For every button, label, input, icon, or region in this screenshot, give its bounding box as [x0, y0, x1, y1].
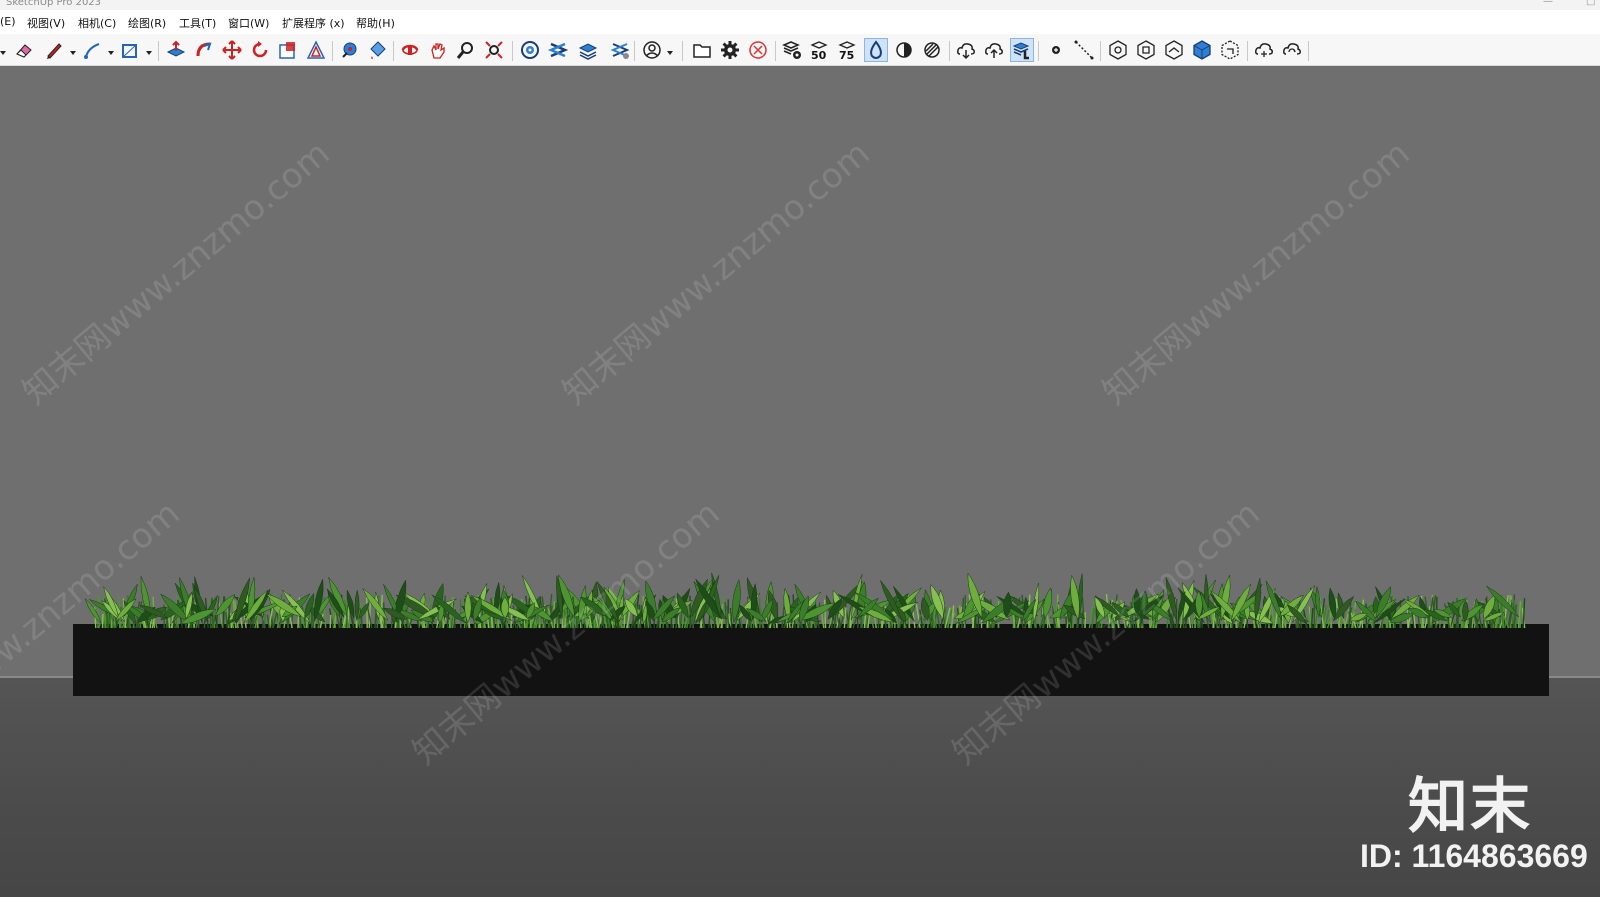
3d-viewport[interactable]: 知末网www.znzmo.com 知末网www.znzmo.com 知末网www… [0, 66, 1600, 897]
toolbar-separator [682, 41, 683, 61]
toolbar-separator [949, 41, 950, 61]
follow-me-icon[interactable] [192, 38, 216, 62]
grass-blade [1348, 603, 1352, 629]
menu-extensions[interactable]: 扩展程序 (x) [282, 15, 345, 31]
section-fill-icon[interactable] [576, 38, 600, 62]
plant-leaf [1043, 587, 1053, 619]
grass-blade [510, 614, 513, 629]
toolbar: 50 75 [0, 34, 1600, 66]
grass-blade [1148, 615, 1151, 629]
toolbar-overflow-arrow[interactable] [0, 51, 6, 55]
toolbar-separator [158, 41, 159, 61]
hatch-icon[interactable] [920, 38, 944, 62]
grass-blade [1310, 608, 1314, 629]
toolbar-separator [634, 41, 635, 61]
watermark-logo: 知末 [1408, 772, 1532, 842]
orbit-icon[interactable] [398, 38, 422, 62]
grass-blade [1503, 613, 1506, 629]
grass-blade [1081, 610, 1084, 629]
menu-tools[interactable]: 工具(T) [179, 15, 216, 31]
zoom-icon[interactable] [454, 38, 478, 62]
watermark-id: ID: 1164863669 [1360, 838, 1588, 874]
menu-edit[interactable]: (E) [0, 15, 16, 28]
menu-camera[interactable]: 相机(C) [78, 15, 116, 31]
section-display-icon[interactable] [608, 38, 632, 62]
toolbar-separator [1100, 41, 1101, 61]
move-icon[interactable] [220, 38, 244, 62]
minimize-icon[interactable]: — [1543, 0, 1553, 7]
open-folder-icon[interactable] [690, 38, 714, 62]
section-plane-icon[interactable] [518, 38, 542, 62]
paint-bucket-icon[interactable] [365, 38, 389, 62]
grass-blade [659, 615, 662, 629]
toolbar-separator [775, 41, 776, 61]
cloud-download-icon[interactable] [954, 38, 978, 62]
toolbar-separator [332, 41, 333, 61]
opacity-50-label: 50 [811, 49, 827, 62]
opacity-50-icon[interactable]: 50 [808, 38, 832, 62]
maximize-icon[interactable]: □ [1586, 0, 1595, 7]
zoom-extents-icon[interactable] [482, 38, 506, 62]
opacity-75-icon[interactable]: 75 [836, 38, 860, 62]
pencil-dropdown[interactable] [70, 51, 76, 55]
grass-blade [870, 615, 875, 629]
line-dropdown[interactable] [108, 51, 114, 55]
grass-blade [933, 608, 936, 629]
grass-blade [97, 595, 100, 629]
dashed-line-icon[interactable] [1072, 38, 1096, 62]
shape-outline-icon[interactable] [864, 38, 888, 62]
grass-blade [823, 599, 827, 629]
grass-blade [724, 601, 728, 629]
section-cut-icon[interactable] [546, 38, 570, 62]
menu-draw[interactable]: 绘图(R) [128, 15, 166, 31]
user-account-dropdown[interactable] [667, 51, 673, 55]
rectangle-icon[interactable] [118, 38, 142, 62]
toolbar-separator [512, 41, 513, 61]
menu-view[interactable]: 视图(V) [27, 15, 65, 31]
menu-help[interactable]: 帮助(H) [356, 15, 395, 31]
title-bar: SketchUp Pro 2023 — □ [0, 0, 1600, 10]
layers-visibility-icon[interactable] [780, 38, 804, 62]
grass-blade [266, 614, 270, 629]
hex-view-5-icon[interactable] [1218, 38, 1242, 62]
cloud-upload-icon[interactable] [982, 38, 1006, 62]
cloud-sync-1-icon[interactable] [1252, 38, 1276, 62]
line-icon[interactable] [80, 38, 104, 62]
hex-view-2-icon[interactable] [1134, 38, 1158, 62]
toolbar-separator [1308, 41, 1309, 61]
push-pull-icon[interactable] [164, 38, 188, 62]
grass-blade [843, 607, 847, 629]
grass-blade [821, 613, 825, 629]
menu-bar: (E) 视图(V) 相机(C) 绘图(R) 工具(T) 窗口(W) 扩展程序 (… [0, 10, 1600, 34]
planter-foliage[interactable] [85, 536, 1535, 686]
point-icon[interactable] [1044, 38, 1068, 62]
window-title: SketchUp Pro 2023 [6, 0, 102, 8]
close-circle-icon[interactable] [746, 38, 770, 62]
toolbar-separator [393, 41, 394, 61]
cloud-sync-2-icon[interactable] [1280, 38, 1304, 62]
pencil-icon[interactable] [42, 38, 66, 62]
hex-view-3-icon[interactable] [1162, 38, 1186, 62]
contrast-icon[interactable] [892, 38, 916, 62]
rotate-icon[interactable] [248, 38, 272, 62]
layer-stack-icon[interactable] [1010, 38, 1034, 62]
grass-blade [329, 614, 332, 629]
opacity-75-label: 75 [839, 49, 854, 62]
tape-measure-icon[interactable] [337, 38, 361, 62]
toolbar-separator [1247, 41, 1248, 61]
toolbar-separator [1038, 41, 1039, 61]
hex-view-4-icon[interactable] [1190, 38, 1214, 62]
user-account-icon[interactable] [640, 38, 664, 62]
settings-gear-icon[interactable] [718, 38, 742, 62]
rectangle-dropdown[interactable] [146, 51, 152, 55]
eraser-icon[interactable] [12, 38, 36, 62]
scale-icon[interactable] [276, 38, 300, 62]
menu-window[interactable]: 窗口(W) [228, 15, 269, 31]
offset-icon[interactable] [304, 38, 328, 62]
pan-icon[interactable] [426, 38, 450, 62]
hex-view-1-icon[interactable] [1106, 38, 1130, 62]
